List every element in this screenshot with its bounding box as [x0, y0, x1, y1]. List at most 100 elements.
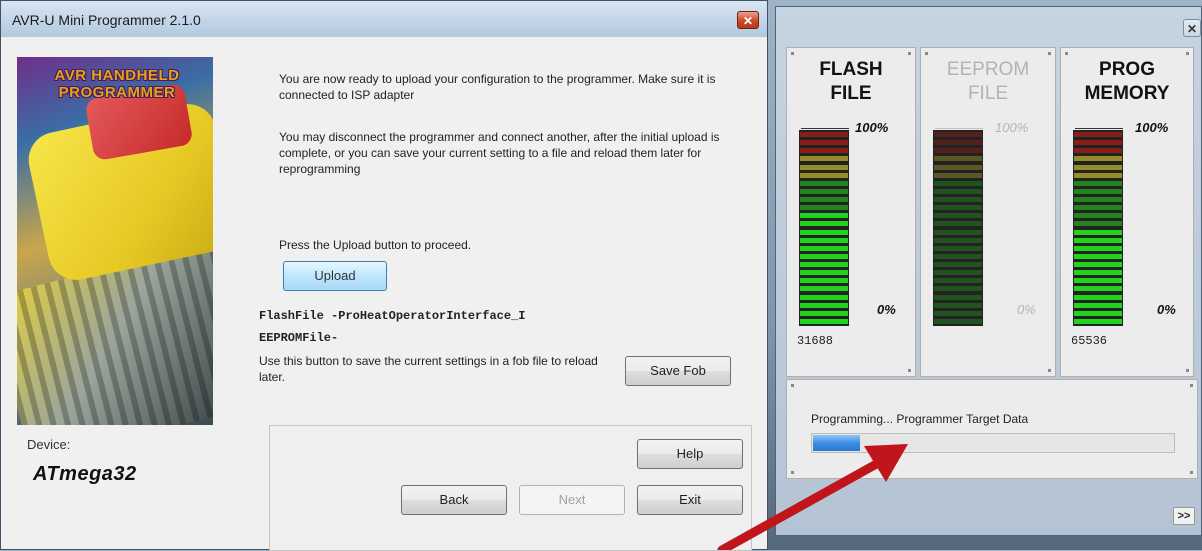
- upload-button[interactable]: Upload: [283, 261, 387, 291]
- level-segment: [934, 286, 982, 292]
- meter-title-line2: MEMORY: [1084, 83, 1170, 104]
- level-segment: [934, 262, 982, 267]
- meter-title-line2: FILE: [967, 83, 1009, 104]
- save-fob-button[interactable]: Save Fob: [625, 356, 731, 386]
- level-segment: [934, 302, 982, 308]
- level-segment: [934, 245, 982, 251]
- level-segment: [800, 188, 848, 194]
- corner-dot: [791, 52, 794, 55]
- device-value: ATmega32: [33, 463, 137, 485]
- corner-dot: [908, 52, 911, 55]
- level-segment: [800, 229, 848, 235]
- meter-top-line: [1075, 128, 1123, 129]
- level-segment: [1074, 148, 1122, 154]
- progress-bar-fill: [813, 435, 860, 451]
- corner-dot: [1186, 369, 1189, 372]
- eeprom-file-line: EEPROMFile-: [259, 331, 339, 345]
- photo-caption: AVR HANDHELD PROGRAMMER: [54, 67, 180, 101]
- level-segment: [800, 318, 848, 324]
- corner-dot: [1190, 471, 1193, 474]
- level-segment: [800, 253, 848, 259]
- meter-count: 65536: [1071, 334, 1108, 348]
- level-segment: [800, 302, 848, 308]
- meter-title-line1: PROG: [1099, 59, 1155, 80]
- level-segment: [1074, 205, 1122, 211]
- meter-title: EEPROM FILE: [921, 58, 1055, 106]
- level-segment: [1074, 310, 1122, 316]
- level-segment: [934, 270, 982, 276]
- level-segment: [1074, 156, 1122, 162]
- flash-file-meter: FLASH FILE 100% 0% 31688: [786, 47, 916, 377]
- level-segment: [800, 286, 848, 292]
- meter-title-line2: FILE: [830, 83, 872, 104]
- press-upload-text: Press the Upload button to proceed.: [279, 238, 472, 252]
- level-segment: [934, 213, 982, 219]
- level-segment: [934, 318, 982, 324]
- level-segment: [1074, 197, 1122, 202]
- level-segment: [800, 148, 848, 154]
- level-segment: [1074, 140, 1122, 146]
- corner-dot: [1065, 52, 1068, 55]
- level-segment: [1074, 253, 1122, 259]
- level-segment: [1074, 229, 1122, 235]
- level-segment: [800, 310, 848, 316]
- level-segment: [1074, 294, 1122, 300]
- level-segment: [934, 156, 982, 162]
- window-title: AVR-U Mini Programmer 2.1.0: [12, 12, 201, 28]
- meter-count: 31688: [797, 334, 834, 348]
- flash-file-line: FlashFile -ProHeatOperatorInterface_I: [259, 309, 526, 323]
- meter-max-label: 100%: [855, 120, 889, 135]
- close-button[interactable]: ✕: [737, 11, 759, 29]
- expand-button[interactable]: >>: [1173, 507, 1195, 525]
- corner-dot: [791, 471, 794, 474]
- level-segment: [934, 188, 982, 194]
- level-segment: [800, 205, 848, 211]
- level-segment: [1074, 302, 1122, 308]
- progress-label: Programming... Programmer Target Data: [811, 412, 1029, 426]
- level-segment: [1074, 188, 1122, 194]
- level-segment: [1074, 262, 1122, 267]
- level-segment: [800, 156, 848, 162]
- level-segment: [800, 164, 848, 170]
- level-segment: [800, 221, 848, 227]
- progress-bar: [811, 433, 1175, 453]
- next-button[interactable]: Next: [519, 485, 625, 515]
- level-bar: [933, 130, 983, 326]
- back-button[interactable]: Back: [401, 485, 507, 515]
- level-segment: [934, 132, 982, 137]
- help-button[interactable]: Help: [637, 439, 743, 469]
- level-segment: [1074, 270, 1122, 276]
- device-label: Device:: [27, 437, 71, 452]
- level-segment: [934, 164, 982, 170]
- corner-dot: [791, 384, 794, 387]
- close-button[interactable]: ✕: [1183, 19, 1201, 37]
- meter-title-line1: FLASH: [819, 59, 883, 80]
- exit-button[interactable]: Exit: [637, 485, 743, 515]
- disconnect-paragraph: You may disconnect the programmer and co…: [279, 130, 720, 176]
- level-segment: [800, 294, 848, 300]
- eeprom-file-meter: EEPROM FILE 100% 0%: [920, 47, 1056, 377]
- meter-top-line: [935, 128, 983, 129]
- level-segment: [934, 229, 982, 235]
- level-segment: [934, 140, 982, 146]
- level-segment: [934, 172, 982, 178]
- level-segment: [934, 180, 982, 186]
- level-bar: [1073, 130, 1123, 326]
- level-segment: [800, 270, 848, 276]
- meter-min-label: 0%: [1017, 302, 1036, 317]
- meter-min-label: 0%: [877, 302, 896, 317]
- level-segment: [934, 253, 982, 259]
- corner-dot: [1190, 384, 1193, 387]
- meter-title-line1: EEPROM: [946, 59, 1030, 80]
- level-segment: [800, 245, 848, 251]
- corner-dot: [908, 369, 911, 372]
- main-titlebar[interactable]: AVR-U Mini Programmer 2.1.0 ✕: [1, 1, 767, 37]
- corner-dot: [925, 52, 928, 55]
- level-segment: [800, 180, 848, 186]
- progress-window: ✕ FLASH FILE 100% 0% 31688 EEPROM FILE 1…: [775, 6, 1202, 536]
- programming-progress-panel: Programming... Programmer Target Data: [786, 379, 1198, 479]
- level-segment: [1074, 180, 1122, 186]
- level-segment: [934, 197, 982, 202]
- level-segment: [800, 237, 848, 243]
- corner-dot: [1186, 52, 1189, 55]
